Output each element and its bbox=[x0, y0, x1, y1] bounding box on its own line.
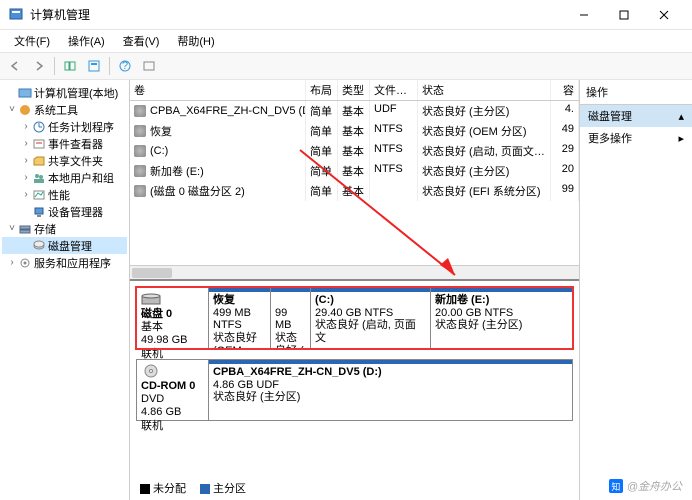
disk-graphical-view[interactable]: 磁盘 0 基本 49.98 GB 联机 恢复499 MB NTFS状态良好 (O… bbox=[130, 279, 579, 500]
tree-systools[interactable]: ˅系统工具 bbox=[2, 101, 127, 118]
nav-forward-button[interactable] bbox=[28, 55, 50, 77]
menu-file[interactable]: 文件(F) bbox=[6, 31, 58, 51]
volume-icon bbox=[134, 145, 146, 157]
volume-row[interactable]: 新加卷 (E:)简单基本NTFS状态良好 (主分区)20 bbox=[130, 161, 579, 181]
tree-services[interactable]: ›服务和应用程序 bbox=[2, 254, 127, 271]
tree-devmgr[interactable]: 设备管理器 bbox=[2, 203, 127, 220]
horizontal-scrollbar[interactable] bbox=[130, 265, 579, 279]
titlebar: 计算机管理 bbox=[0, 0, 692, 30]
tree-scheduler[interactable]: ›任务计划程序 bbox=[2, 118, 127, 135]
col-fs[interactable]: 文件系统 bbox=[370, 80, 418, 100]
actions-panel: 操作 磁盘管理 ▴ 更多操作 ▸ bbox=[580, 80, 692, 500]
cdrom-0-header[interactable]: CD-ROM 0 DVD 4.86 GB 联机 bbox=[137, 360, 209, 420]
actions-diskmgmt[interactable]: 磁盘管理 ▴ bbox=[580, 105, 692, 127]
legend: 未分配 主分区 bbox=[140, 480, 246, 496]
volume-icon bbox=[134, 105, 146, 117]
volume-row[interactable]: (C:)简单基本NTFS状态良好 (启动, 页面文件, 故障转储, 主分区)29 bbox=[130, 141, 579, 161]
tree-diskmgmt[interactable]: 磁盘管理 bbox=[2, 237, 127, 254]
window-title: 计算机管理 bbox=[30, 6, 564, 23]
col-layout[interactable]: 布局 bbox=[306, 80, 338, 100]
disk-0-partition[interactable]: 新加卷 (E:)20.00 GB NTFS状态良好 (主分区) bbox=[431, 288, 572, 348]
volume-row[interactable]: 恢复简单基本NTFS状态良好 (OEM 分区)49 bbox=[130, 121, 579, 141]
show-hide-button[interactable] bbox=[59, 55, 81, 77]
svg-text:?: ? bbox=[122, 60, 128, 72]
col-type[interactable]: 类型 bbox=[338, 80, 370, 100]
menu-help[interactable]: 帮助(H) bbox=[169, 31, 222, 51]
refresh-button[interactable] bbox=[83, 55, 105, 77]
legend-primary-swatch bbox=[200, 484, 210, 494]
volume-row[interactable]: CPBA_X64FRE_ZH-CN_DV5 (D:)简单基本UDF状态良好 (主… bbox=[130, 101, 579, 121]
cdrom-0-row[interactable]: CD-ROM 0 DVD 4.86 GB 联机 CPBA_X64FRE_ZH-C… bbox=[136, 359, 573, 421]
disk-0-partition[interactable]: (C:)29.40 GB NTFS状态良好 (启动, 页面文 bbox=[311, 288, 431, 348]
toolbar-separator bbox=[109, 57, 110, 75]
collapse-icon: ▴ bbox=[678, 110, 684, 123]
close-button[interactable] bbox=[644, 0, 684, 30]
disk-0-partition[interactable]: 恢复499 MB NTFS状态良好 (OEM bbox=[209, 288, 271, 348]
volume-list[interactable]: 卷 布局 类型 文件系统 状态 容 CPBA_X64FRE_ZH-CN_DV5 … bbox=[130, 80, 579, 265]
tree-storage[interactable]: ˅存储 bbox=[2, 220, 127, 237]
disk-0-row[interactable]: 磁盘 0 基本 49.98 GB 联机 恢复499 MB NTFS状态良好 (O… bbox=[136, 287, 573, 349]
nav-tree[interactable]: 计算机管理(本地) ˅系统工具 ›任务计划程序 ›事件查看器 ›共享文件夹 ›本… bbox=[0, 80, 130, 500]
submenu-icon: ▸ bbox=[678, 132, 684, 145]
disk-0-partition[interactable]: 99 MB状态良好 ( bbox=[271, 288, 311, 348]
volume-row[interactable]: (磁盘 0 磁盘分区 2)简单基本状态良好 (EFI 系统分区)99 bbox=[130, 181, 579, 201]
cdrom-partition[interactable]: CPBA_X64FRE_ZH-CN_DV5 (D:) 4.86 GB UDF 状… bbox=[209, 360, 572, 420]
volume-list-header[interactable]: 卷 布局 类型 文件系统 状态 容 bbox=[130, 80, 579, 101]
options-button[interactable] bbox=[138, 55, 160, 77]
volume-icon bbox=[134, 165, 146, 177]
watermark: 知 @金舟办公 bbox=[609, 478, 682, 494]
col-status[interactable]: 状态 bbox=[418, 80, 551, 100]
legend-unalloc-swatch bbox=[140, 484, 150, 494]
menubar: 文件(F) 操作(A) 查看(V) 帮助(H) bbox=[0, 30, 692, 52]
toolbar: ? bbox=[0, 52, 692, 80]
tree-users[interactable]: ›本地用户和组 bbox=[2, 169, 127, 186]
menu-view[interactable]: 查看(V) bbox=[115, 31, 168, 51]
tree-perf[interactable]: ›性能 bbox=[2, 186, 127, 203]
app-icon bbox=[8, 7, 24, 23]
disk-0-header[interactable]: 磁盘 0 基本 49.98 GB 联机 bbox=[137, 288, 209, 348]
toolbar-separator bbox=[54, 57, 55, 75]
disk-icon bbox=[141, 292, 161, 306]
col-volume[interactable]: 卷 bbox=[130, 80, 306, 100]
menu-action[interactable]: 操作(A) bbox=[60, 31, 113, 51]
help-button[interactable]: ? bbox=[114, 55, 136, 77]
tree-eventviewer[interactable]: ›事件查看器 bbox=[2, 135, 127, 152]
volume-icon bbox=[134, 125, 146, 137]
minimize-button[interactable] bbox=[564, 0, 604, 30]
actions-header: 操作 bbox=[580, 80, 692, 105]
maximize-button[interactable] bbox=[604, 0, 644, 30]
nav-back-button[interactable] bbox=[4, 55, 26, 77]
tree-shared[interactable]: ›共享文件夹 bbox=[2, 152, 127, 169]
cdrom-icon bbox=[141, 364, 161, 378]
tree-root[interactable]: 计算机管理(本地) bbox=[2, 84, 127, 101]
volume-icon bbox=[134, 185, 146, 197]
col-capacity[interactable]: 容 bbox=[551, 80, 579, 100]
zhihu-icon: 知 bbox=[609, 479, 623, 493]
actions-more[interactable]: 更多操作 ▸ bbox=[580, 127, 692, 149]
